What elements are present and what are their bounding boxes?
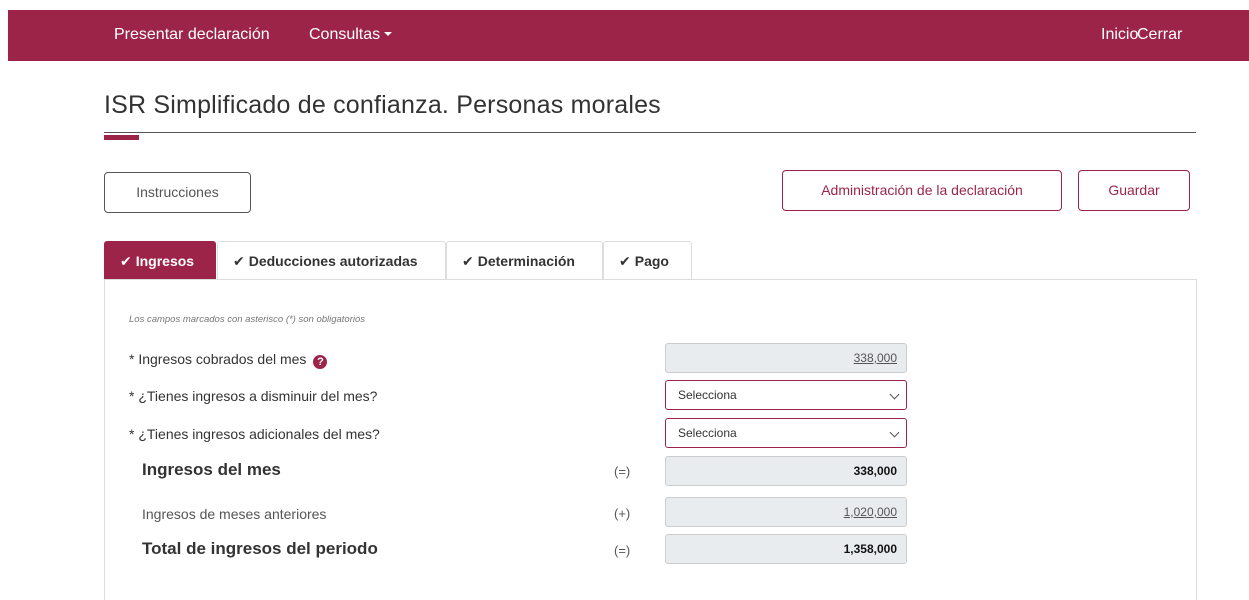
operator-equals: (=): [614, 464, 631, 479]
title-divider: [104, 132, 1196, 133]
instrucciones-button[interactable]: Instrucciones: [104, 172, 251, 213]
caret-down-icon: [384, 32, 393, 36]
tab-label: Pago: [634, 253, 669, 269]
meses-anteriores-label: Ingresos de meses anteriores: [142, 506, 327, 522]
check-icon: ✔: [619, 253, 631, 269]
ingresos-mes-label: Ingresos del mes: [142, 460, 281, 479]
top-navbar: Presentar declaración Consultas Inicio C…: [8, 10, 1249, 61]
check-icon: ✔: [462, 253, 474, 269]
tab-pago[interactable]: ✔ Pago: [603, 241, 692, 279]
nav-inicio[interactable]: Inicio: [1101, 25, 1138, 45]
operator-equals: (=): [614, 543, 631, 558]
administracion-button[interactable]: Administración de la declaración: [782, 170, 1062, 211]
ingresos-disminuir-select[interactable]: Selecciona: [665, 380, 907, 410]
page-title: ISR Simplificado de confianza. Personas …: [104, 91, 661, 119]
nav-cerrar[interactable]: Cerrar: [1137, 25, 1182, 45]
chevron-down-icon: [889, 427, 900, 438]
guardar-button[interactable]: Guardar: [1078, 170, 1190, 211]
tab-ingresos[interactable]: ✔ Ingresos: [104, 241, 216, 279]
total-periodo-label: Total de ingresos del periodo: [142, 539, 378, 558]
chevron-down-icon: [889, 389, 900, 400]
ingresos-disminuir-label: * ¿Tienes ingresos a disminuir del mes?: [129, 388, 378, 404]
meses-anteriores-field[interactable]: 1,020,000: [665, 497, 907, 527]
ingresos-cobrados-label: * Ingresos cobrados del mes: [129, 351, 307, 367]
tab-label: Deducciones autorizadas: [248, 253, 418, 269]
title-accent-bar: [104, 135, 139, 140]
tab-label: Determinación: [477, 253, 575, 269]
nav-presentar-declaracion[interactable]: Presentar declaración: [114, 25, 270, 45]
total-periodo-field: 1,358,000: [665, 534, 907, 564]
ingresos-cobrados-field[interactable]: 338,000: [665, 343, 907, 373]
operator-plus: (+): [614, 506, 631, 521]
select-value: Selecciona: [678, 426, 737, 440]
ingresos-adicionales-select[interactable]: Selecciona: [665, 418, 907, 448]
meses-anteriores-value: 1,020,000: [843, 505, 897, 519]
ingresos-adicionales-label: * ¿Tienes ingresos adicionales del mes?: [129, 426, 380, 442]
question-circle-icon[interactable]: ?: [313, 355, 328, 369]
select-value: Selecciona: [678, 388, 737, 402]
total-periodo-value: 1,358,000: [843, 542, 897, 556]
check-icon: ✔: [233, 253, 245, 269]
nav-consultas-label: Consultas: [309, 26, 381, 43]
tab-label: Ingresos: [135, 253, 195, 269]
ingresos-mes-field: 338,000: [665, 456, 907, 486]
ingresos-cobrados-row-label: * Ingresos cobrados del mes?: [129, 350, 328, 369]
required-fields-note: Los campos marcados con asterisco (*) so…: [129, 314, 366, 325]
ingresos-cobrados-value: 338,000: [853, 351, 897, 365]
check-icon: ✔: [120, 253, 132, 269]
ingresos-mes-value: 338,000: [853, 464, 897, 478]
tab-deducciones-autorizadas[interactable]: ✔ Deducciones autorizadas: [217, 241, 446, 279]
nav-consultas-dropdown[interactable]: Consultas: [309, 25, 393, 45]
tab-determinacion[interactable]: ✔ Determinación: [446, 241, 603, 279]
